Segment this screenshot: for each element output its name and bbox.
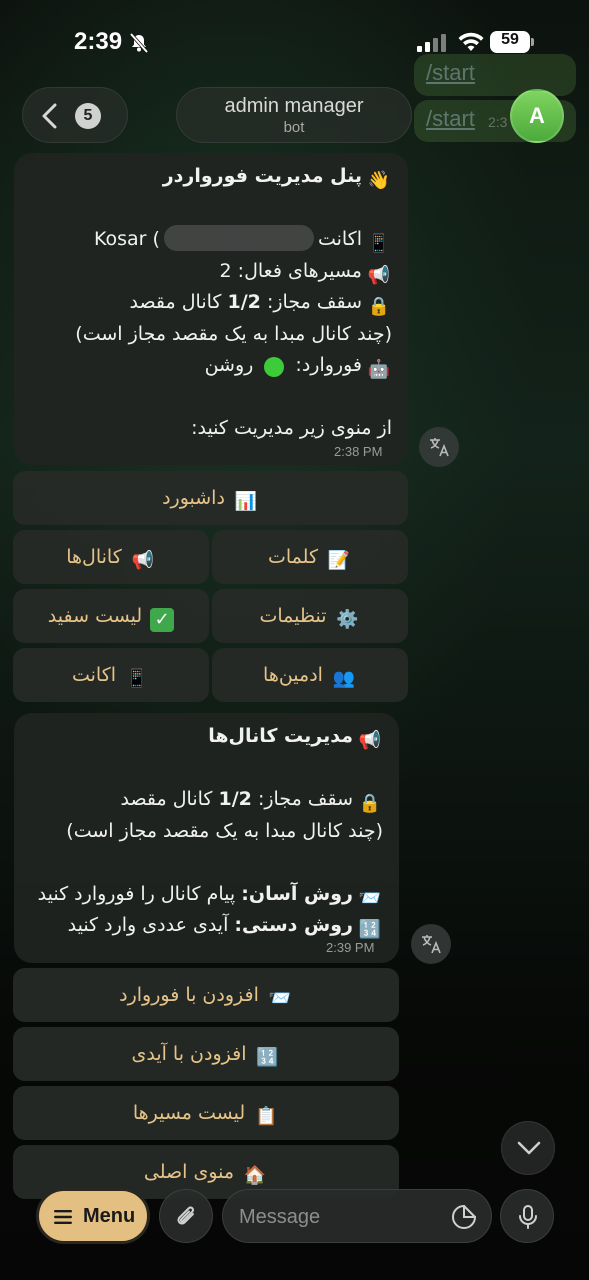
- manual-method-line: 🔢روش دستی: آیدی عددی وارد کنید: [67, 914, 382, 940]
- avatar[interactable]: A: [510, 89, 564, 143]
- message-input[interactable]: [239, 1200, 439, 1234]
- message-time: 2:38 PM: [334, 444, 383, 459]
- gear-icon: ⚙️: [336, 609, 359, 630]
- previous-message-bubble: /start: [414, 54, 576, 96]
- message-title: 📢مدیریت کانال‌ها: [208, 725, 382, 751]
- words-button[interactable]: 📝کلمات: [212, 530, 408, 584]
- translate-button[interactable]: [419, 427, 459, 467]
- envelope-icon: 📨: [358, 887, 382, 909]
- check-mark-icon: ✓: [150, 608, 175, 632]
- add-by-id-button[interactable]: 🔢افزودن با آیدی: [13, 1027, 399, 1081]
- attach-button[interactable]: [159, 1189, 213, 1243]
- waving-hand-icon: 👋: [367, 170, 391, 191]
- admins-button[interactable]: 👥ادمین‌ها: [212, 648, 408, 702]
- numbers-icon: 🔢: [358, 919, 382, 940]
- translate-icon: [430, 438, 449, 457]
- users-icon: 👥: [332, 668, 356, 689]
- green-circle-icon: [261, 354, 287, 378]
- previous-message-time: 2:3: [488, 114, 508, 130]
- previous-command: /start: [426, 60, 475, 85]
- envelope-icon: 📨: [268, 988, 292, 1009]
- megaphone-icon: 📢: [131, 550, 154, 571]
- dashboard-button[interactable]: 📊داشبورد: [13, 471, 408, 525]
- chevron-down-icon: [517, 1141, 541, 1155]
- chat-title[interactable]: admin manager bot: [176, 87, 412, 143]
- forward-status-line: 🤖فوروارد: روشن: [204, 354, 391, 380]
- hamburger-icon: [54, 1210, 72, 1224]
- message-title: 👋پنل مدیریت فورواردر: [162, 165, 391, 191]
- megaphone-icon: 📢: [358, 730, 382, 751]
- back-button[interactable]: 5: [22, 87, 128, 143]
- battery-indicator: 59: [490, 31, 534, 53]
- lock-icon: 🔒: [367, 296, 391, 317]
- channels-button[interactable]: 📢کانال‌ها: [13, 530, 209, 584]
- limit-note: (چند کانال مبدا به یک مقصد مجاز است): [75, 322, 392, 345]
- wifi-icon: [458, 32, 484, 51]
- numbers-icon: 🔢: [256, 1047, 279, 1068]
- scroll-to-bottom-button[interactable]: [501, 1121, 555, 1175]
- message-time: 2:39 PM: [326, 940, 375, 955]
- chat-subtitle: bot: [283, 119, 305, 136]
- message-bubble: 👋پنل مدیریت فورواردر 📱اکانتKosar ( 📢مسیر…: [14, 153, 408, 465]
- unread-count-badge: 5: [75, 103, 101, 129]
- robot-icon: 🤖: [367, 359, 391, 380]
- routes-list-button[interactable]: 📋لیست مسیرها: [13, 1086, 399, 1140]
- sticker-icon[interactable]: [451, 1204, 477, 1230]
- message-bubble: 📢مدیریت کانال‌ها 🔒سقف مجاز: 1/2 کانال مق…: [14, 713, 399, 963]
- active-routes-line: 📢مسیرهای فعال: 2: [219, 259, 391, 286]
- clipboard-icon: 📋: [254, 1106, 278, 1127]
- settings-button[interactable]: ⚙️تنظیمات: [212, 589, 408, 643]
- phone-icon: 📱: [125, 668, 149, 689]
- message-input-field[interactable]: [222, 1189, 492, 1243]
- translate-button[interactable]: [411, 924, 451, 964]
- battery-percent: 59: [501, 31, 519, 48]
- status-time: 2:39: [74, 28, 123, 55]
- previous-command: /start: [426, 106, 475, 131]
- menu-label: Menu: [83, 1205, 136, 1227]
- add-by-forward-button[interactable]: 📨افزودن با فوروارد: [13, 968, 399, 1022]
- bell-muted-icon: [129, 32, 149, 54]
- limit-line: 🔒سقف مجاز: 1/2 کانال مقصد: [120, 788, 382, 814]
- limit-note: (چند کانال مبدا به یک مقصد مجاز است): [66, 819, 383, 842]
- memo-icon: 📝: [327, 550, 351, 571]
- whitelist-button[interactable]: ✓لیست سفید: [13, 589, 209, 643]
- easy-method-line: 📨روش آسان: پیام کانال را فوروارد کنید: [37, 882, 382, 909]
- account-button[interactable]: 📱اکانت: [13, 648, 209, 702]
- bot-menu-button[interactable]: Menu: [36, 1188, 150, 1244]
- megaphone-icon: 📢: [367, 264, 391, 286]
- cellular-signal-icon: [417, 34, 446, 52]
- bar-chart-icon: 📊: [234, 491, 258, 512]
- voice-record-button[interactable]: [500, 1189, 554, 1243]
- lock-icon: 🔒: [358, 793, 382, 814]
- chat-name: admin manager: [224, 95, 364, 117]
- translate-icon: [422, 935, 441, 954]
- chevron-left-icon: [42, 103, 57, 129]
- phone-icon: 📱: [367, 233, 391, 254]
- microphone-icon: [519, 1205, 537, 1229]
- limit-line: 🔒سقف مجاز: 1/2 کانال مقصد: [129, 291, 391, 317]
- account-line: 📱اکانتKosar (: [30, 224, 392, 256]
- paperclip-icon: [177, 1206, 194, 1225]
- house-icon: 🏠: [243, 1165, 267, 1186]
- instruction-text: از منوی زیر مدیریت کنید:: [191, 417, 392, 439]
